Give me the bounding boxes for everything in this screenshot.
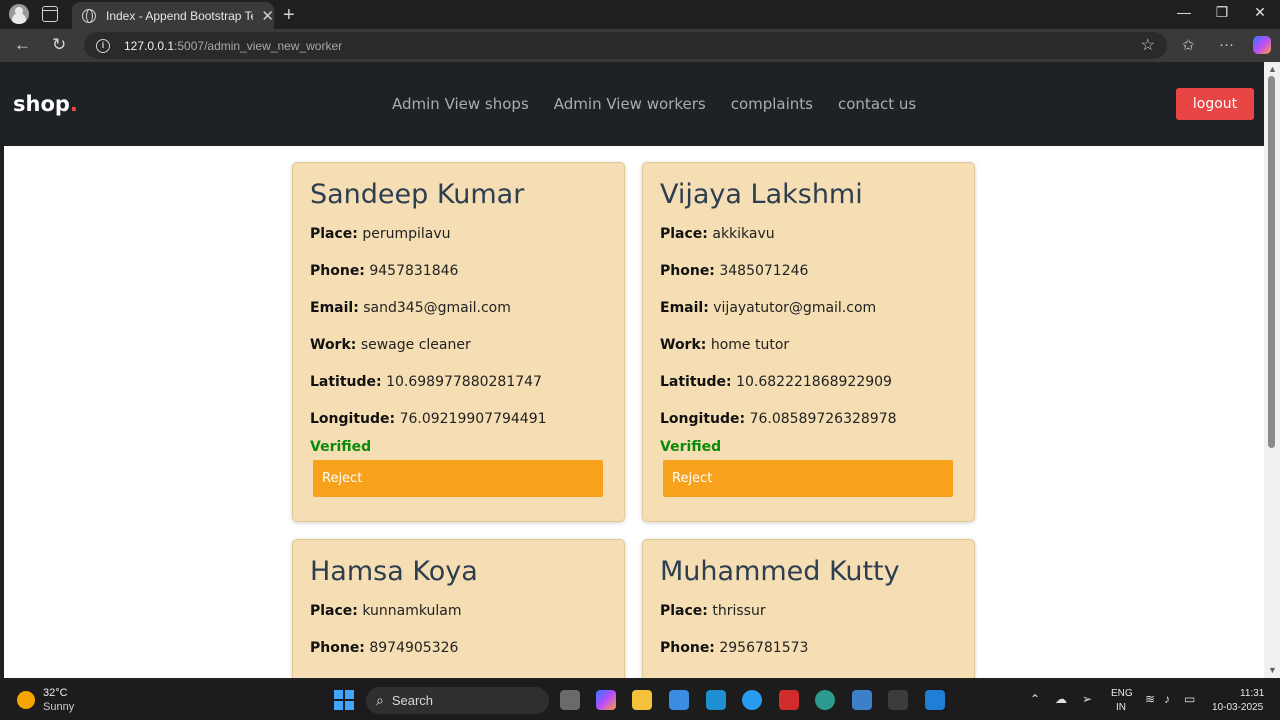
logo-text: shop — [13, 92, 70, 116]
profile-icon[interactable] — [9, 4, 29, 24]
reject-button[interactable]: Reject — [313, 460, 603, 497]
browser-tab-bar: Index - Append Bootstrap Templa ✕ + — ❐ … — [0, 0, 1280, 29]
reject-button[interactable]: Reject — [663, 460, 953, 497]
worker-email: Email: sand345@gmail.com — [310, 300, 511, 316]
taskbar: 32°C Sunny ⌕ Search ⌃ ☁ ➢ ENG IN ≋ ♪ ▭ 1… — [0, 680, 1280, 720]
site-logo[interactable]: shop. — [13, 92, 78, 116]
search-icon: ⌕ — [376, 692, 384, 708]
worker-name: Muhammed Kutty — [660, 556, 900, 587]
worker-place: Place: perumpilavu — [310, 226, 451, 242]
location-icon[interactable]: ➢ — [1082, 692, 1092, 706]
logout-button[interactable]: logout — [1176, 88, 1254, 120]
file-explorer-icon[interactable] — [632, 690, 652, 710]
url-host: 127.0.0.1 — [124, 38, 175, 53]
favorite-star-icon[interactable]: ☆ — [1141, 35, 1155, 55]
browser-tab[interactable]: Index - Append Bootstrap Templa ✕ — [72, 2, 274, 29]
page-scrollbar[interactable]: ▲ ▼ — [1264, 62, 1280, 678]
worker-place: Place: kunnamkulam — [310, 603, 462, 619]
clock-time[interactable]: 11:31 — [1240, 688, 1264, 699]
main-nav: Admin View shops Admin View workers comp… — [392, 95, 916, 113]
store-icon[interactable] — [669, 690, 689, 710]
python-app-icon[interactable] — [742, 690, 762, 710]
tab-actions-icon[interactable] — [42, 6, 58, 22]
close-window-icon[interactable]: ✕ — [1250, 4, 1270, 21]
worker-card: Hamsa Koya Place: kunnamkulam Phone: 897… — [292, 539, 625, 678]
back-icon[interactable]: ← — [14, 35, 31, 55]
search-label: Search — [391, 693, 434, 708]
weather-temperature: 32°C — [43, 687, 68, 699]
favorites-icon[interactable]: ✩ — [1182, 36, 1195, 54]
nav-contact-us[interactable]: contact us — [838, 95, 916, 113]
worker-phone: Phone: 3485071246 — [660, 263, 809, 279]
reload-icon[interactable]: ↻ — [52, 35, 66, 55]
weather-sun-icon[interactable] — [17, 691, 35, 709]
volume-icon[interactable]: ♪ — [1164, 692, 1170, 706]
worker-work: Work: home tutor — [660, 337, 790, 353]
start-icon[interactable] — [334, 690, 354, 710]
status-badge: Verified — [660, 439, 722, 455]
mysql-icon[interactable] — [706, 690, 726, 710]
page-viewport: shop. Admin View shops Admin View worker… — [4, 62, 1264, 678]
copilot-icon[interactable] — [1253, 36, 1271, 54]
new-tab-icon[interactable]: + — [283, 4, 295, 27]
worker-name: Vijaya Lakshmi — [660, 179, 863, 210]
nav-admin-view-workers[interactable]: Admin View workers — [554, 95, 706, 113]
worker-phone: Phone: 8974905326 — [310, 640, 459, 656]
worker-phone: Phone: 2956781573 — [660, 640, 809, 656]
nav-admin-view-shops[interactable]: Admin View shops — [392, 95, 529, 113]
worker-card: Muhammed Kutty Place: thrissur Phone: 29… — [642, 539, 975, 678]
worker-card: Sandeep Kumar Place: perumpilavu Phone: … — [292, 162, 625, 522]
tray-chevron-icon[interactable]: ⌃ — [1030, 692, 1040, 706]
scroll-up-icon[interactable]: ▲ — [1268, 64, 1277, 74]
language-top[interactable]: ENG — [1111, 688, 1133, 699]
onedrive-icon[interactable]: ☁ — [1055, 692, 1067, 706]
task-view-icon[interactable] — [560, 690, 580, 710]
worker-name: Hamsa Koya — [310, 556, 478, 587]
worker-place: Place: thrissur — [660, 603, 766, 619]
pycharm-icon[interactable] — [852, 690, 872, 710]
taskbar-search[interactable]: ⌕ Search — [366, 687, 549, 714]
copilot-app-icon[interactable] — [596, 690, 616, 710]
tab-title: Index - Append Bootstrap Templa — [106, 8, 253, 23]
address-bar[interactable]: i 127.0.0.1 :5007/admin_view_new_worker … — [84, 32, 1167, 59]
worker-card: Vijaya Lakshmi Place: akkikavu Phone: 34… — [642, 162, 975, 522]
logo-dot: . — [69, 92, 78, 116]
worker-latitude: Latitude: 10.698977880281747 — [310, 374, 542, 390]
status-badge: Verified — [310, 439, 372, 455]
wifi-icon[interactable]: ≋ — [1145, 692, 1155, 706]
nav-complaints[interactable]: complaints — [731, 95, 813, 113]
worker-work: Work: sewage cleaner — [310, 337, 471, 353]
clock-date[interactable]: 10-03-2025 — [1212, 702, 1263, 713]
worker-name: Sandeep Kumar — [310, 179, 525, 210]
worker-place: Place: akkikavu — [660, 226, 775, 242]
scrollbar-thumb[interactable] — [1268, 76, 1275, 448]
address-toolbar: ← ↻ i 127.0.0.1 :5007/admin_view_new_wor… — [0, 29, 1280, 62]
mcafee-icon[interactable] — [779, 690, 799, 710]
site-info-icon[interactable]: i — [96, 38, 110, 53]
battery-icon[interactable]: ▭ — [1184, 692, 1195, 706]
url-path: :5007/admin_view_new_worker — [174, 38, 343, 53]
minimize-icon[interactable]: — — [1174, 4, 1194, 20]
close-tab-icon[interactable]: ✕ — [261, 7, 274, 25]
globe-icon — [82, 8, 96, 23]
more-options-icon[interactable]: ··· — [1219, 36, 1234, 53]
site-header: shop. Admin View shops Admin View worker… — [4, 62, 1264, 146]
weather-condition: Sunny — [43, 701, 75, 713]
scroll-down-icon[interactable]: ▼ — [1268, 665, 1277, 675]
maximize-icon[interactable]: ❐ — [1212, 4, 1232, 21]
terminal-icon[interactable] — [888, 690, 908, 710]
worker-longitude: Longitude: 76.09219907794491 — [310, 411, 547, 427]
worker-phone: Phone: 9457831846 — [310, 263, 459, 279]
language-bottom[interactable]: IN — [1116, 702, 1126, 713]
worker-email: Email: vijayatutor@gmail.com — [660, 300, 877, 316]
vscode-icon[interactable] — [925, 690, 945, 710]
edge-icon[interactable] — [815, 690, 835, 710]
worker-longitude: Longitude: 76.08589726328978 — [660, 411, 897, 427]
worker-latitude: Latitude: 10.682221868922909 — [660, 374, 892, 390]
